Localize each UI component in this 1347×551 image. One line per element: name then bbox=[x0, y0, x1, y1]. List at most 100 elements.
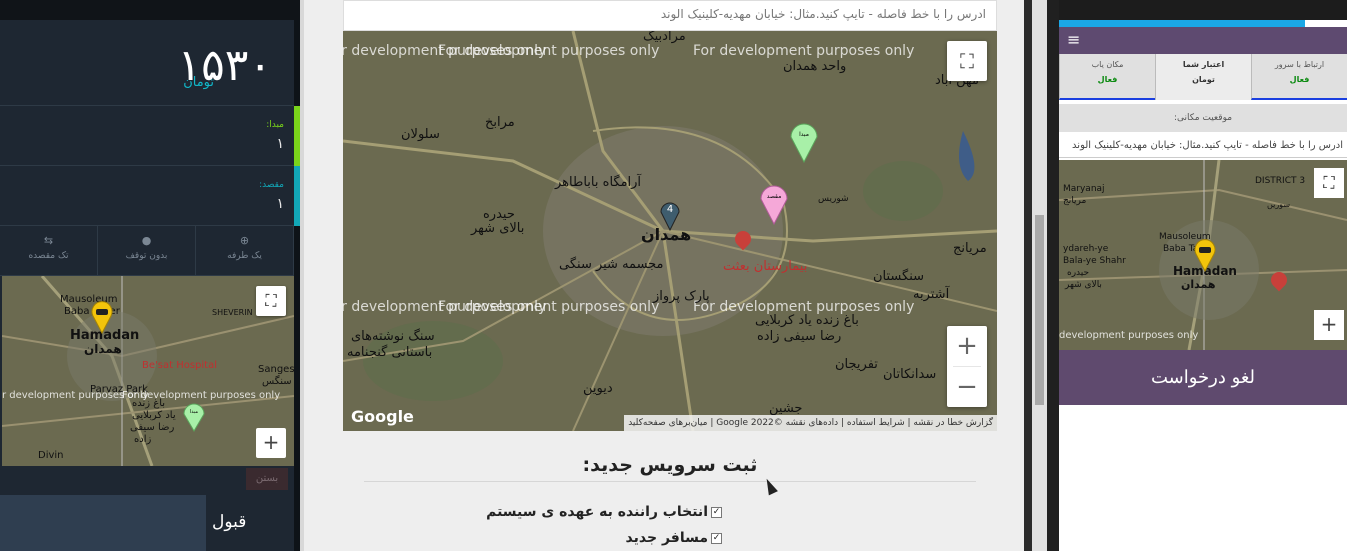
map-attribution[interactable]: گزارش خطا در نقشه | شرایط استفاده | داده… bbox=[624, 415, 997, 431]
menu-icon[interactable]: ≡ bbox=[1067, 32, 1080, 48]
center-map[interactable]: For development purposes only For develo… bbox=[343, 31, 997, 431]
zoom-in-button[interactable]: + bbox=[947, 326, 987, 366]
origin-marker-icon[interactable]: مبدا bbox=[182, 400, 206, 432]
destination-row[interactable]: مقصد: ۱ bbox=[0, 166, 300, 226]
map-label: حیدره bbox=[1067, 268, 1090, 278]
tab-credit[interactable]: اعتبار شما تومان bbox=[1155, 54, 1251, 100]
map-place-label: مریانج bbox=[953, 241, 987, 256]
map-place-label: شوریس bbox=[818, 194, 849, 204]
map-label: رضا سیفی bbox=[130, 422, 175, 433]
auto-driver-checkbox-row[interactable]: ✓انتخاب راننده به عهده ی سیستم bbox=[486, 504, 722, 520]
swap-icon: ⇆ bbox=[43, 234, 54, 247]
map-label: Maryanaj bbox=[1063, 184, 1105, 194]
map-place-label: تفریجان bbox=[835, 357, 878, 372]
origin-label: مبدا: bbox=[266, 120, 284, 130]
tab-server-connection[interactable]: ارتباط با سرور فعال bbox=[1251, 54, 1347, 100]
svg-text:مبدا: مبدا bbox=[190, 409, 199, 415]
left-map[interactable]: Mausoleum Baba Taher Hamadan همدان SHEVE… bbox=[2, 276, 294, 466]
status-bar bbox=[1059, 0, 1347, 20]
map-place-label: رضا سیفی زاده bbox=[757, 329, 842, 344]
progress-bar bbox=[1059, 20, 1305, 27]
map-place-label: دیوین bbox=[583, 381, 613, 396]
origin-row[interactable]: مبدا: ۱ bbox=[0, 106, 300, 166]
origin-marker-icon[interactable]: مبدا bbox=[789, 119, 819, 163]
accept-button[interactable]: قبول bbox=[212, 512, 246, 532]
new-passenger-checkbox[interactable]: ✓ bbox=[711, 532, 722, 544]
map-label: ydareh-ye bbox=[1063, 244, 1109, 254]
option-one-way[interactable]: ⊕ یک طرفه bbox=[196, 226, 294, 275]
status-bar bbox=[0, 0, 300, 20]
fullscreen-button[interactable]: ⛶ bbox=[256, 286, 286, 316]
driver-app-panel: ۱۵۳۰ تومان مبدا: ۱ مقصد: ۱ ⇆ تک مقصده ● بد… bbox=[0, 0, 300, 551]
destination-label: مقصد: bbox=[259, 180, 284, 190]
dev-watermark: development purposes only bbox=[1059, 330, 1199, 341]
map-label: SHEVERIN bbox=[212, 308, 253, 317]
map-label: Bala-ye Shahr bbox=[1063, 256, 1126, 266]
dev-watermark: For development purposes only bbox=[693, 43, 915, 59]
scrollbar-thumb[interactable] bbox=[1035, 215, 1044, 405]
taxi-marker-icon[interactable] bbox=[1193, 238, 1217, 272]
map-label: همدان bbox=[84, 342, 122, 356]
destination-marker-icon[interactable]: مقصد bbox=[759, 181, 789, 225]
location-label: موقعیت مکانی: bbox=[1059, 104, 1347, 132]
plus-circle-icon: ⊕ bbox=[239, 234, 250, 247]
right-map[interactable]: Maryanaj مریانج DISTRICT 3 سوریں ydareh-… bbox=[1059, 160, 1347, 350]
svg-text:مبدا: مبدا bbox=[799, 131, 809, 138]
map-place-label: حیدره bbox=[483, 207, 515, 222]
passenger-app-panel: ≡ ارتباط با سرور فعال اعتبار شما تومان مکا… bbox=[1059, 0, 1347, 551]
map-label: Sanges bbox=[258, 364, 294, 375]
map-label: سوریں bbox=[1267, 200, 1291, 209]
map-label: یاد کربلایی bbox=[132, 410, 176, 421]
section-divider bbox=[364, 481, 976, 482]
taxi-marker-icon[interactable] bbox=[90, 300, 114, 334]
map-place-label: مرادبیگ bbox=[643, 31, 686, 44]
map-place-label: سلولان bbox=[401, 127, 440, 142]
app-header: ≡ bbox=[1059, 27, 1347, 54]
status-tabs: ارتباط با سرور فعال اعتبار شما تومان مکان … bbox=[1059, 54, 1347, 100]
map-place-label: پارک پرواز bbox=[653, 289, 710, 304]
option-single-destination[interactable]: ⇆ تک مقصده bbox=[0, 226, 98, 275]
option-no-stop[interactable]: ● بدون توقف bbox=[98, 226, 196, 275]
map-label: مریانج bbox=[1063, 196, 1087, 206]
scrollbar[interactable] bbox=[1032, 0, 1047, 551]
map-place-label: آرامگاه باباطاهر bbox=[555, 175, 642, 190]
close-button[interactable]: بستن bbox=[246, 468, 288, 490]
cluster-marker-icon[interactable]: 4 bbox=[659, 197, 681, 231]
new-passenger-label: مسافر جدید bbox=[625, 530, 708, 546]
fullscreen-button[interactable]: ⛶ bbox=[947, 41, 987, 81]
map-place-label: واحد همدان bbox=[783, 59, 847, 74]
tab-locator[interactable]: مکان یاب فعال bbox=[1059, 54, 1155, 100]
svg-text:4: 4 bbox=[667, 204, 673, 215]
map-place-label: مجسمه شیر سنگی bbox=[559, 257, 664, 272]
svg-text:مقصد: مقصد bbox=[767, 193, 782, 200]
google-logo: Google bbox=[351, 407, 414, 426]
cancel-request-button[interactable]: لغو درخواست bbox=[1059, 350, 1347, 405]
trip-options: ⇆ تک مقصده ● بدون توقف ⊕ یک طرفه bbox=[0, 226, 294, 276]
address-input[interactable]: ادرس را با خط فاصله - تایپ کنید.مثال: خی… bbox=[343, 0, 997, 31]
zoom-in-button[interactable]: + bbox=[256, 428, 286, 458]
map-label: همدان bbox=[1181, 278, 1216, 291]
map-label: Divin bbox=[38, 450, 64, 461]
dev-watermark: For development purposes only bbox=[438, 43, 660, 59]
new-passenger-checkbox-row[interactable]: ✓مسافر جدید bbox=[626, 530, 722, 546]
stop-icon: ● bbox=[141, 234, 152, 247]
zoom-in-button[interactable]: + bbox=[1314, 310, 1344, 340]
address-input[interactable]: ادرس را با خط فاصله - تایپ کنید.مثال: خی… bbox=[1059, 134, 1347, 158]
map-place-label: سنگستان bbox=[873, 269, 925, 284]
map-label: Be'sat Hospital bbox=[142, 360, 217, 371]
map-place-label: سدانکاتان bbox=[883, 367, 937, 382]
fullscreen-button[interactable]: ⛶ bbox=[1314, 168, 1344, 198]
map-place-label: باستانی گنجنامه bbox=[347, 345, 433, 360]
destination-value: ۱ bbox=[276, 196, 284, 212]
zoom-control: + − bbox=[947, 326, 987, 407]
map-place-label: بیمارستان بعثت bbox=[723, 259, 808, 274]
origin-value: ۱ bbox=[276, 136, 284, 152]
mouse-cursor-icon bbox=[762, 476, 778, 496]
map-label: زاده bbox=[134, 434, 152, 445]
auto-driver-checkbox[interactable]: ✓ bbox=[711, 506, 722, 518]
price-row: ۱۵۳۰ تومان bbox=[0, 20, 294, 106]
zoom-out-button[interactable]: − bbox=[947, 367, 987, 407]
dev-watermark: For development purposes only bbox=[438, 299, 660, 315]
auto-driver-label: انتخاب راننده به عهده ی سیستم bbox=[486, 504, 708, 520]
map-label: بالای شهر bbox=[1065, 280, 1102, 290]
